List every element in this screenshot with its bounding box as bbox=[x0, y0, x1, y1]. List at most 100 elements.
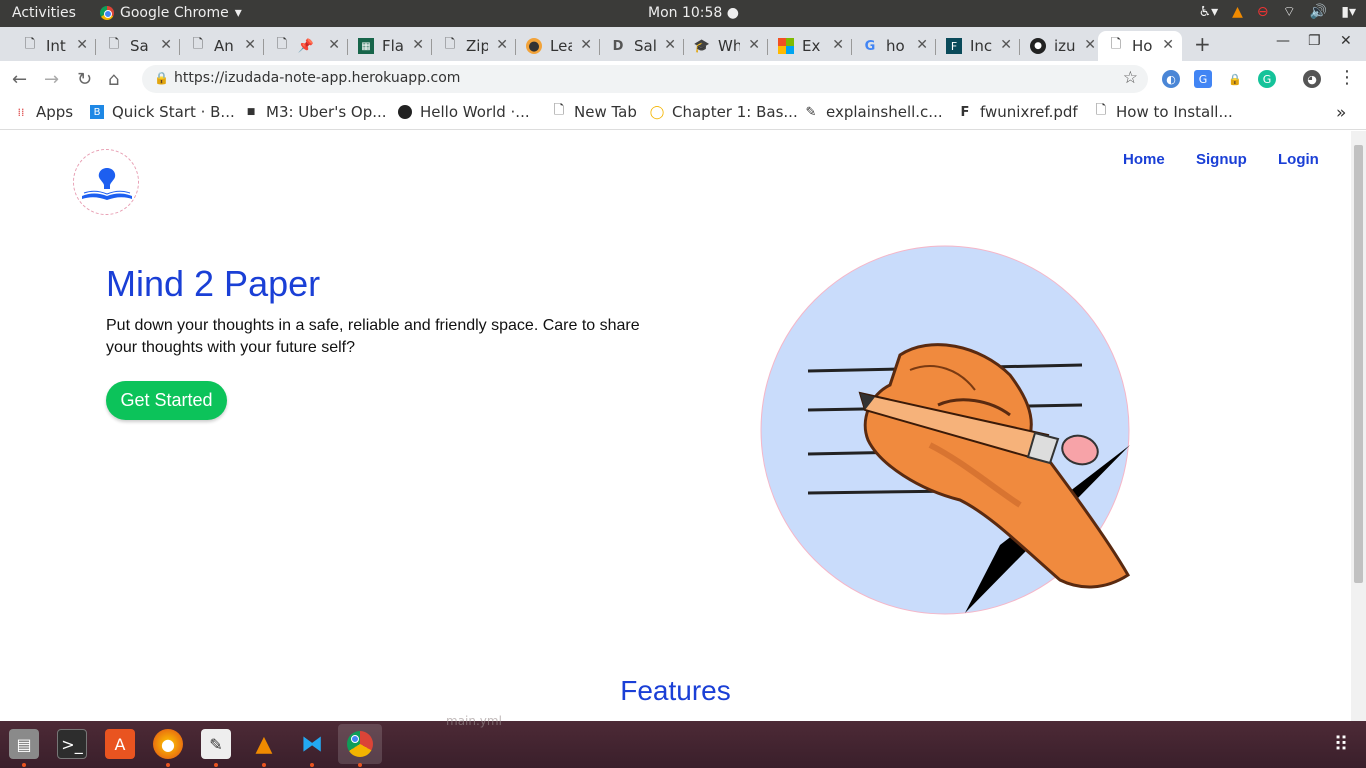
browser-tab[interactable]: Gho ✕ bbox=[852, 31, 936, 61]
files-icon[interactable]: ▤ bbox=[9, 729, 39, 759]
close-icon[interactable]: ✕ bbox=[832, 37, 844, 53]
extension-icon[interactable]: 🔒 bbox=[1226, 70, 1244, 88]
close-icon[interactable]: ✕ bbox=[916, 37, 928, 53]
bookmark-item[interactable]: 🗋 How to Install... bbox=[1094, 103, 1233, 121]
forward-button[interactable]: → bbox=[44, 69, 59, 90]
browser-tab[interactable]: 🗋 Int ✕ bbox=[12, 31, 96, 61]
do-not-disturb-icon[interactable]: ⊖ bbox=[1257, 4, 1269, 20]
browser-tab[interactable]: ● Lea ✕ bbox=[516, 31, 600, 61]
chrome-icon bbox=[100, 6, 114, 20]
app-menu[interactable]: Google Chrome ▾ bbox=[100, 5, 242, 21]
bookmark-label: Chapter 1: Bas... bbox=[672, 103, 798, 121]
tab-title: An bbox=[214, 37, 234, 55]
tab-title: Wh bbox=[718, 37, 740, 55]
close-icon[interactable]: ✕ bbox=[1084, 37, 1096, 53]
bookmark-item[interactable]: 🗋 New Tab bbox=[552, 103, 637, 121]
volume-icon[interactable]: 🔊 bbox=[1310, 4, 1327, 20]
browser-tab[interactable]: 🗋 📌 ✕ bbox=[264, 31, 348, 61]
system-tray[interactable]: ♿▾ ▲ ⊖ ⌔ 🔊 ▮▾ bbox=[1199, 3, 1356, 21]
vlc-tray-icon[interactable]: ▲ bbox=[1232, 4, 1243, 20]
close-icon[interactable]: ✕ bbox=[1162, 37, 1174, 53]
back-button[interactable]: ← bbox=[12, 69, 27, 90]
more-bookmarks-icon[interactable]: » bbox=[1336, 103, 1346, 123]
browser-tab-active[interactable]: 🗋 Ho ✕ bbox=[1098, 31, 1182, 61]
bookmark-star-icon[interactable]: ☆ bbox=[1123, 68, 1138, 88]
translate-icon[interactable]: G bbox=[1194, 70, 1212, 88]
close-icon[interactable]: ✕ bbox=[160, 37, 172, 53]
restore-button[interactable]: ❐ bbox=[1308, 33, 1321, 49]
browser-tab[interactable]: 🎓 Wh ✕ bbox=[684, 31, 768, 61]
nav-home-link[interactable]: Home bbox=[1123, 151, 1165, 168]
doc-icon: 🗋 bbox=[444, 37, 456, 52]
browser-tab[interactable]: ▦ Fla ✕ bbox=[348, 31, 432, 61]
d-icon: D bbox=[612, 38, 624, 54]
ninja-icon: ● bbox=[526, 38, 542, 54]
clock[interactable]: Mon 10:58 ● bbox=[648, 5, 739, 21]
bookmark-item[interactable]: Hello World ·... bbox=[398, 103, 530, 121]
running-indicator bbox=[358, 763, 362, 767]
address-bar[interactable]: 🔒 https://izudada-note-app.herokuapp.com… bbox=[142, 65, 1148, 93]
close-icon[interactable]: ✕ bbox=[1000, 37, 1012, 53]
bulb-book-icon bbox=[82, 168, 132, 200]
new-tab-button[interactable]: + bbox=[1194, 32, 1211, 56]
avatar[interactable]: ◕ bbox=[1303, 70, 1321, 88]
browser-tab[interactable]: Ex ✕ bbox=[768, 31, 852, 61]
doc-icon: 🗋 bbox=[1110, 37, 1122, 52]
close-icon[interactable]: ✕ bbox=[412, 37, 424, 53]
browser-tab[interactable]: 🗋 Zip ✕ bbox=[432, 31, 516, 61]
battery-icon[interactable]: ▮▾ bbox=[1341, 4, 1356, 20]
scrollbar-thumb[interactable] bbox=[1354, 145, 1363, 583]
running-indicator bbox=[310, 763, 314, 767]
bookmark-item[interactable]: ■ M3: Uber's Op... bbox=[244, 103, 387, 121]
close-icon[interactable]: ✕ bbox=[580, 37, 592, 53]
reload-button[interactable]: ↻ bbox=[77, 69, 92, 90]
vlc-icon[interactable]: ▲ bbox=[249, 729, 279, 759]
bookmark-item[interactable]: B Quick Start · B... bbox=[90, 103, 235, 121]
site-logo[interactable] bbox=[73, 149, 139, 215]
browser-tab[interactable]: F Inc ✕ bbox=[936, 31, 1020, 61]
wifi-icon[interactable]: ⌔ bbox=[1283, 3, 1296, 21]
browser-tab[interactable]: 🗋 Sa ✕ bbox=[96, 31, 180, 61]
close-window-button[interactable]: ✕ bbox=[1340, 33, 1352, 49]
bookmarks-bar: ⁞⁞ Apps B Quick Start · B... ■ M3: Uber's O… bbox=[0, 97, 1366, 130]
browser-tab[interactable]: ● izu ✕ bbox=[1020, 31, 1104, 61]
nav-login-link[interactable]: Login bbox=[1278, 151, 1319, 168]
bookmark-label: Apps bbox=[36, 103, 74, 121]
browser-tab[interactable]: D Sal ✕ bbox=[600, 31, 684, 61]
close-icon[interactable]: ✕ bbox=[244, 37, 256, 53]
software-center-icon[interactable]: A bbox=[105, 729, 135, 759]
firefox-icon[interactable]: ● bbox=[153, 729, 183, 759]
text-editor-icon[interactable]: ✎ bbox=[201, 729, 231, 759]
bookmark-item[interactable]: Ffwunixref.pdf bbox=[958, 103, 1078, 121]
browser-tab[interactable]: 🗋 An ✕ bbox=[180, 31, 264, 61]
close-icon[interactable]: ✕ bbox=[76, 37, 88, 53]
menu-kebab-icon[interactable]: ⋮ bbox=[1338, 67, 1356, 88]
close-icon[interactable]: ✕ bbox=[496, 37, 508, 53]
bookmark-label: explainshell.c... bbox=[826, 103, 943, 121]
minimize-button[interactable]: — bbox=[1276, 33, 1290, 49]
chrome-dock-icon[interactable] bbox=[338, 724, 382, 764]
vscode-icon[interactable]: ⧓ bbox=[297, 729, 327, 759]
close-icon[interactable]: ✕ bbox=[328, 37, 340, 53]
accessibility-icon[interactable]: ♿▾ bbox=[1199, 4, 1219, 20]
tab-title: izu bbox=[1054, 37, 1076, 55]
extension-icon[interactable]: ◐ bbox=[1162, 70, 1180, 88]
close-icon[interactable]: ✕ bbox=[664, 37, 676, 53]
page-scrollbar[interactable] bbox=[1351, 131, 1366, 721]
google-icon: G bbox=[864, 38, 876, 54]
nav-signup-link[interactable]: Signup bbox=[1196, 151, 1247, 168]
close-icon[interactable]: ✕ bbox=[748, 37, 760, 53]
bookmark-item[interactable]: ✎ explainshell.c... bbox=[804, 103, 943, 121]
grammarly-icon[interactable]: G bbox=[1258, 70, 1276, 88]
toolbar: ← → ↻ ⌂ 🔒 https://izudada-note-app.herok… bbox=[0, 61, 1366, 97]
hero-subtitle: Put down your thoughts in a safe, reliab… bbox=[106, 317, 640, 356]
writing-hand-illustration bbox=[760, 245, 1130, 615]
activities-button[interactable]: Activities bbox=[12, 5, 76, 21]
home-button[interactable]: ⌂ bbox=[108, 69, 119, 90]
show-apps-icon[interactable]: ⠿ bbox=[1326, 729, 1356, 759]
get-started-button[interactable]: Get Started bbox=[106, 381, 227, 420]
terminal-icon[interactable]: >_ bbox=[57, 729, 87, 759]
bookmark-item[interactable]: ◯ Chapter 1: Bas... bbox=[650, 103, 798, 121]
b-icon: B bbox=[90, 105, 104, 119]
bookmark-item[interactable]: ⁞⁞ Apps bbox=[14, 103, 74, 121]
